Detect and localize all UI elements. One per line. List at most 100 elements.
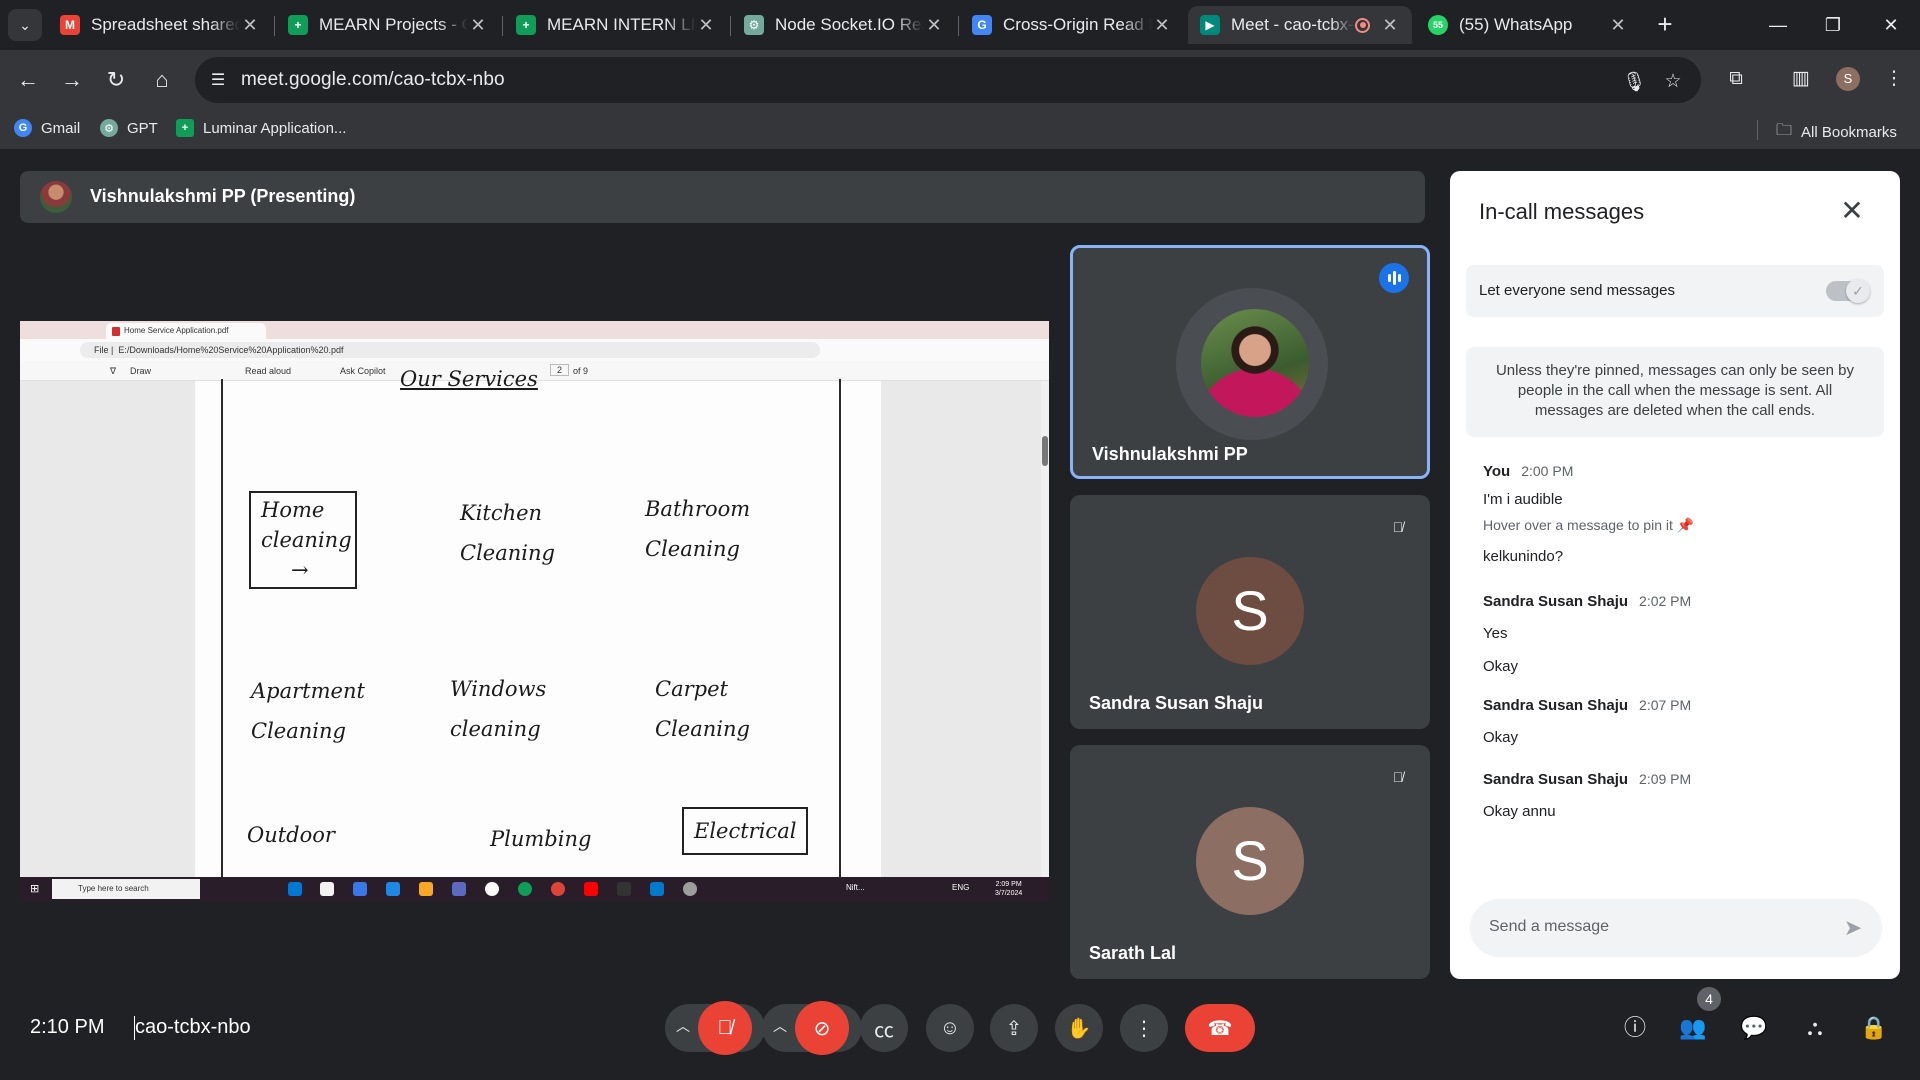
mic-off-icon: 🎙̸ bbox=[1392, 769, 1404, 785]
message-text[interactable]: Yes bbox=[1483, 625, 1873, 642]
microphone-icon[interactable]: 🎙 bbox=[1621, 70, 1647, 96]
message-sender: Sandra Susan Shaju bbox=[1483, 593, 1629, 610]
close-icon[interactable]: ✕ bbox=[1380, 15, 1400, 36]
camera-off-button[interactable]: ⊘ bbox=[795, 1001, 849, 1055]
people-icon: 👥 bbox=[1679, 1015, 1707, 1040]
forward-button[interactable]: → bbox=[55, 63, 89, 97]
reload-button[interactable]: ↻ bbox=[99, 63, 133, 97]
emoji-icon: ☺ bbox=[939, 1016, 961, 1039]
message-time: 2:00 PM bbox=[1521, 463, 1574, 479]
message-text[interactable]: kelkunindo? bbox=[1483, 548, 1873, 565]
present-button[interactable]: ⇪ bbox=[990, 1004, 1038, 1052]
handwriting-text: Kitchen Cleaning bbox=[460, 501, 555, 565]
bookmark-label: Luminar Application... bbox=[203, 119, 347, 137]
participant-tile-vishnulakshmi[interactable]: Vishnulakshmi PP bbox=[1070, 245, 1430, 479]
tab-mearn-intern-list[interactable]: + MEARN INTERN LIST - Google Sheets ✕ bbox=[504, 6, 728, 44]
bookmarks-bar: G Gmail ⚙ GPT + Luminar Application... 🗀… bbox=[0, 110, 1920, 150]
site-info-icon[interactable]: ☰ bbox=[208, 70, 228, 90]
handwriting-text: Windows cleaning bbox=[450, 677, 547, 741]
tab-search-button[interactable]: ⌄ bbox=[8, 9, 42, 41]
profile-avatar[interactable]: S bbox=[1836, 67, 1860, 91]
close-icon[interactable]: ✕ bbox=[696, 15, 716, 36]
reactions-button[interactable]: ☺ bbox=[926, 1004, 974, 1052]
restore-button[interactable]: ❐ bbox=[1808, 8, 1858, 42]
let-everyone-send-row: Let everyone send messages ✓ bbox=[1466, 265, 1884, 317]
tab-whatsapp[interactable]: 55 (55) WhatsApp ✕ bbox=[1416, 6, 1640, 44]
close-icon[interactable]: ✕ bbox=[240, 15, 260, 36]
message-sender: Sandra Susan Shaju bbox=[1483, 771, 1629, 788]
handwriting-text: Outdoor bbox=[247, 823, 335, 847]
extensions-icon[interactable]: ⧉ bbox=[1720, 63, 1752, 95]
participant-name: Sandra Susan Shaju bbox=[1089, 693, 1264, 713]
bookmark-gpt[interactable]: ⚙ GPT bbox=[100, 119, 158, 137]
activities-button[interactable]: ⛬ bbox=[1797, 1010, 1833, 1046]
tab-cross-origin[interactable]: G Cross-Origin Read Blocking ✕ bbox=[960, 6, 1184, 44]
bookmark-star-icon[interactable]: ☆ bbox=[1660, 70, 1686, 96]
close-icon[interactable]: ✕ bbox=[468, 15, 488, 36]
window-close-button[interactable]: ✕ bbox=[1866, 8, 1916, 42]
page-number: 2 bbox=[550, 364, 570, 376]
tab-meet[interactable]: ▶ Meet - cao-tcbx-nbo ✕ bbox=[1188, 6, 1412, 44]
bookmark-luminar[interactable]: + Luminar Application... bbox=[176, 119, 346, 137]
pin-icon[interactable]: 📌 bbox=[1677, 517, 1694, 533]
bookmark-gmail[interactable]: G Gmail bbox=[14, 119, 80, 137]
close-icon[interactable]: ✕ bbox=[924, 15, 944, 36]
minimize-button[interactable]: — bbox=[1753, 8, 1803, 42]
captions-button[interactable]: ㏄ bbox=[860, 1004, 908, 1052]
raise-hand-button[interactable]: ✋ bbox=[1055, 1004, 1103, 1052]
chevron-up-icon[interactable]: ︿ bbox=[769, 1016, 791, 1036]
tab-mearn-projects[interactable]: + MEARN Projects - Google Sheets ✕ bbox=[276, 6, 500, 44]
captions-icon: ㏄ bbox=[874, 1019, 894, 1042]
home-button[interactable]: ⌂ bbox=[145, 63, 179, 97]
all-bookmarks-label: All Bookmarks bbox=[1801, 124, 1897, 141]
shared-taskbar: ⊞ Type here to search Nift... ENG 2:09 P… bbox=[20, 877, 1049, 901]
avatar bbox=[40, 181, 72, 213]
participant-tile-sandra[interactable]: 🎙̸ S Sandra Susan Shaju bbox=[1070, 495, 1430, 729]
tab-node-socketio[interactable]: ⚙ Node Socket.IO React ✕ bbox=[732, 6, 956, 44]
presenter-bar: Vishnulakshmi PP (Presenting) bbox=[20, 171, 1425, 223]
tab-title: (55) WhatsApp bbox=[1459, 15, 1573, 34]
close-panel-button[interactable]: ✕ bbox=[1834, 193, 1870, 229]
close-icon[interactable]: ✕ bbox=[1608, 15, 1628, 36]
back-button[interactable]: ← bbox=[11, 63, 45, 97]
tab-gmail[interactable]: M Spreadsheet shared with you ✕ bbox=[48, 6, 272, 44]
toggle-label: Let everyone send messages bbox=[1479, 282, 1675, 299]
send-messages-toggle[interactable]: ✓ bbox=[1826, 279, 1870, 303]
shared-path: E:/Downloads/Home%20Service%20Applicatio… bbox=[118, 345, 344, 355]
chevron-up-icon[interactable]: ︿ bbox=[672, 1016, 694, 1036]
side-panel-icon[interactable]: ▥ bbox=[1785, 63, 1817, 95]
meeting-details-button[interactable]: ⓘ bbox=[1617, 1010, 1653, 1046]
message-text[interactable]: Okay annu bbox=[1483, 803, 1873, 820]
new-tab-button[interactable]: + bbox=[1650, 10, 1680, 40]
people-button[interactable]: 👥 bbox=[1675, 1010, 1711, 1046]
present-screen-icon: ⇪ bbox=[1005, 1017, 1023, 1040]
menu-icon[interactable]: ⋮ bbox=[1878, 63, 1910, 95]
message-text[interactable]: I'm i audible bbox=[1483, 491, 1873, 508]
send-icon[interactable]: ➤ bbox=[1840, 915, 1866, 941]
close-icon[interactable]: ✕ bbox=[1152, 15, 1172, 36]
address-bar[interactable]: ☰ meet.google.com/cao-tcbx-nbo 🎙 ☆ bbox=[195, 57, 1701, 103]
mic-off-icon: 🎙̸ bbox=[1392, 519, 1404, 535]
leave-call-button[interactable]: ☎ bbox=[1185, 1004, 1255, 1052]
host-controls-button[interactable]: 🔒 bbox=[1856, 1010, 1892, 1046]
google-icon: G bbox=[14, 119, 32, 137]
message-text[interactable]: Okay bbox=[1483, 658, 1873, 675]
url-text: meet.google.com/cao-tcbx-nbo bbox=[241, 69, 505, 90]
message-group: Sandra Susan Shaju 2:07 PM Okay bbox=[1483, 697, 1873, 746]
send-message-input[interactable]: Send a message ➤ bbox=[1470, 899, 1882, 957]
message-time: 2:07 PM bbox=[1639, 697, 1692, 713]
message-group: Sandra Susan Shaju 2:02 PM Yes Okay bbox=[1483, 593, 1873, 675]
chat-icon: 💬 bbox=[1740, 1015, 1768, 1040]
more-options-button[interactable]: ⋮ bbox=[1120, 1004, 1168, 1052]
google-icon: G bbox=[972, 15, 992, 35]
chat-button[interactable]: 💬 bbox=[1736, 1010, 1772, 1046]
draw-label: Draw bbox=[130, 366, 152, 376]
participant-tile-sarath[interactable]: 🎙̸ S Sarath Lal bbox=[1070, 745, 1430, 979]
message-text[interactable]: Okay bbox=[1483, 729, 1873, 746]
taskbar-date: 3/7/2024 bbox=[995, 890, 1023, 897]
all-bookmarks[interactable]: 🗀 All Bookmarks bbox=[1776, 119, 1897, 146]
bookmark-label: GPT bbox=[127, 119, 158, 137]
tab-title: Spreadsheet shared with you bbox=[91, 15, 240, 34]
sheets-icon: + bbox=[176, 119, 194, 137]
microphone-off-button[interactable]: 🎙̸ bbox=[698, 1001, 752, 1055]
